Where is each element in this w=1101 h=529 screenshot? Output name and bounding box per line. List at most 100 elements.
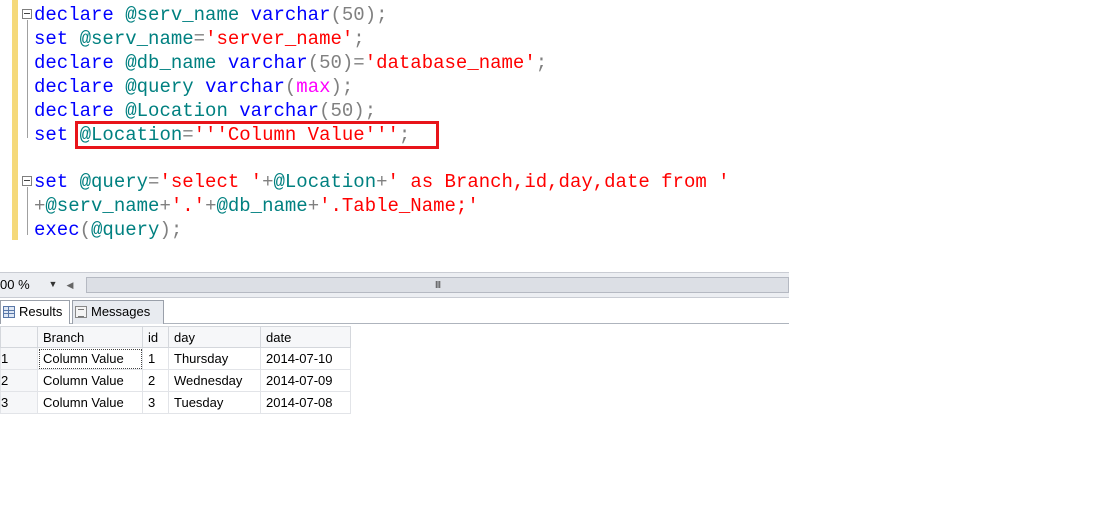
code-line[interactable]: declare @db_name varchar(50)='database_n… (34, 51, 547, 75)
cell-branch[interactable]: Column Value (37, 369, 143, 392)
string-token: 'select ' (159, 171, 263, 193)
collapse-toggle-icon[interactable] (22, 176, 32, 186)
tab-messages-label: Messages (91, 304, 151, 319)
table-row[interactable]: 2 Column Value 2 Wednesday 2014-07-09 (0, 369, 351, 392)
keyword-token: declare (34, 52, 114, 74)
operator-token: (50)= (307, 52, 365, 74)
string-token: ' as Branch,id,day,date from ' (387, 171, 730, 193)
operator-token: + (205, 195, 217, 217)
cell-branch[interactable]: Column Value (37, 347, 143, 370)
cell-id[interactable]: 2 (142, 369, 169, 392)
code-line[interactable]: set @serv_name='server_name'; (34, 27, 365, 51)
scrollbar-thumb[interactable]: III (86, 277, 789, 293)
messages-icon (75, 306, 87, 318)
cell-branch[interactable]: Column Value (37, 391, 143, 414)
cell-id[interactable]: 3 (142, 391, 169, 414)
sql-editor[interactable]: declare @serv_name varchar(50); set @serv… (0, 0, 789, 272)
tab-messages[interactable]: Messages (72, 300, 164, 324)
code-line[interactable]: declare @Location varchar(50); (34, 99, 376, 123)
keyword-token: set (34, 124, 69, 146)
operator-token: ; (353, 28, 365, 50)
cell-date[interactable]: 2014-07-08 (260, 391, 351, 414)
cell-id[interactable]: 1 (142, 347, 169, 370)
variable-token: @serv_name (79, 28, 194, 50)
variable-token: @query (91, 219, 160, 241)
keyword-token: set (34, 28, 69, 50)
string-token: '.' (170, 195, 206, 217)
code-line[interactable]: +@serv_name+'.'+@db_name+'.Table_Name;' (34, 194, 479, 218)
row-number[interactable]: 3 (0, 391, 38, 414)
column-header-id[interactable]: id (142, 326, 169, 348)
operator-token: + (307, 195, 320, 217)
variable-token: @db_name (216, 195, 308, 217)
operator-token: ); (159, 219, 183, 241)
variable-token: @query (79, 171, 149, 193)
zoom-dropdown-icon[interactable]: ▼ (46, 276, 60, 293)
results-grid[interactable]: Branch id day date 1 Column Value 1 Thur… (0, 326, 351, 414)
column-header-day[interactable]: day (168, 326, 261, 348)
code-line[interactable]: declare @serv_name varchar(50); (34, 3, 388, 27)
code-line[interactable]: exec(@query); (34, 218, 182, 242)
keyword-token: varchar (227, 52, 308, 74)
outline-guide (27, 187, 28, 235)
horizontal-scrollbar[interactable]: ◀ III (64, 275, 789, 295)
variable-token: @Location (125, 100, 228, 122)
column-header-date[interactable]: date (260, 326, 351, 348)
variable-token: @serv_name (45, 195, 160, 217)
operator-token: (50); (319, 100, 377, 122)
variable-token: @query (125, 76, 194, 98)
keyword-token: declare (34, 4, 114, 26)
operator-token: + (376, 171, 388, 193)
string-token: 'database_name' (364, 52, 536, 74)
operator-token: + (34, 195, 46, 217)
operator-token: + (262, 171, 274, 193)
code-line[interactable]: set @query='select '+@Location+' as Bran… (34, 170, 730, 194)
cell-date[interactable]: 2014-07-09 (260, 369, 351, 392)
keyword-token: set (34, 171, 69, 193)
collapse-toggle-icon[interactable] (22, 9, 32, 19)
table-row[interactable]: 3 Column Value 3 Tuesday 2014-07-08 (0, 391, 351, 414)
row-number[interactable]: 1 (0, 347, 38, 370)
grid-header-row: Branch id day date (0, 326, 351, 348)
keyword-token: varchar (250, 4, 331, 26)
results-tab-bar: Results Messages (0, 298, 789, 324)
operator-token: = (193, 28, 206, 50)
variable-token: @Location (273, 171, 377, 193)
function-token: max (296, 76, 331, 98)
grid-icon (3, 306, 15, 318)
operator-token: ( (284, 76, 297, 98)
tab-results-label: Results (19, 304, 63, 319)
zoom-level[interactable]: 00 % (0, 276, 44, 293)
cell-day[interactable]: Tuesday (168, 391, 261, 414)
code-line[interactable]: declare @query varchar(max); (34, 75, 353, 99)
column-header-branch[interactable]: Branch (37, 326, 143, 348)
outline-guide (27, 20, 28, 138)
operator-token: ( (79, 219, 92, 241)
keyword-token: exec (34, 219, 80, 241)
grid-corner[interactable] (0, 326, 38, 348)
row-number[interactable]: 2 (0, 369, 38, 392)
cell-date[interactable]: 2014-07-10 (260, 347, 351, 370)
tab-results[interactable]: Results (0, 300, 70, 324)
highlight-annotation (75, 121, 439, 149)
operator-token: ; (535, 52, 548, 74)
cell-day[interactable]: Thursday (168, 347, 261, 370)
scroll-left-icon[interactable]: ◀ (64, 277, 76, 293)
string-token: 'server_name' (205, 28, 354, 50)
operator-token: = (148, 171, 160, 193)
zoom-bar: 00 % ▼ ◀ III (0, 272, 789, 298)
keyword-token: varchar (239, 100, 320, 122)
cell-day[interactable]: Wednesday (168, 369, 261, 392)
variable-token: @serv_name (125, 4, 240, 26)
keyword-token: varchar (205, 76, 285, 98)
table-row[interactable]: 1 Column Value 1 Thursday 2014-07-10 (0, 347, 351, 370)
